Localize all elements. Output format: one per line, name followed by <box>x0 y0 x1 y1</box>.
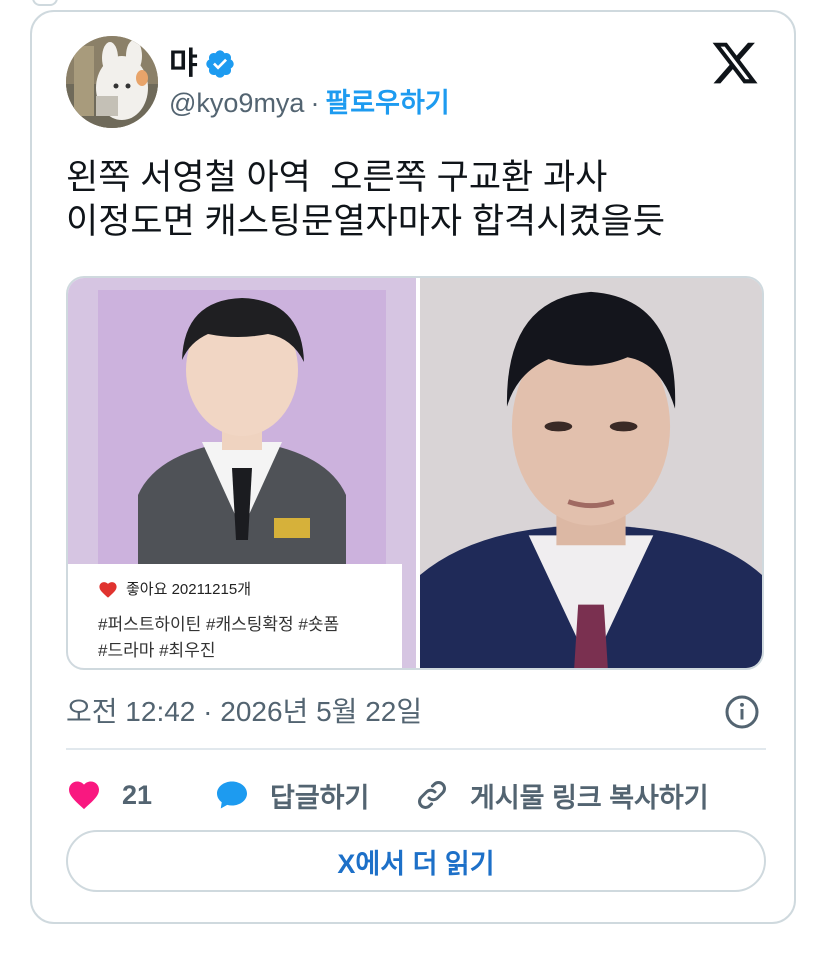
author-handle-row: @kyo9mya · 팔로우하기 <box>169 86 450 120</box>
x-logo-icon[interactable] <box>710 38 760 88</box>
reply-button[interactable]: 답글하기 <box>214 776 414 815</box>
action-bar: 21 답글하기 게시물 링크 복사하기 <box>66 770 766 820</box>
portrait-illustration-right <box>420 278 762 668</box>
follow-button[interactable]: 팔로우하기 <box>325 86 449 120</box>
info-icon[interactable] <box>724 694 760 730</box>
tweet-media[interactable]: 좋아요 20211215개 #퍼스트하이틴 #캐스팅확정 #숏폼 #드라마 #최… <box>66 276 764 670</box>
copy-link-label: 게시물 링크 복사하기 <box>470 782 709 813</box>
boy-uniform-photo <box>98 290 386 568</box>
verified-badge-icon <box>205 50 234 78</box>
like-count: 21 <box>122 779 153 810</box>
portrait-illustration-left <box>98 290 386 568</box>
read-more-on-x-button[interactable]: X에서 더 읽기 <box>66 830 766 892</box>
separator-dot: · <box>310 88 320 118</box>
previous-card-edge <box>32 0 58 6</box>
likes-row: 좋아요 20211215개 <box>98 578 251 599</box>
author-name-row: 먀 <box>169 46 236 82</box>
instagram-caption: 좋아요 20211215개 #퍼스트하이틴 #캐스팅확정 #숏폼 #드라마 #최… <box>68 564 402 668</box>
hashtags: #퍼스트하이틴 #캐스팅확정 #숏폼 #드라마 #최우진 <box>98 612 388 664</box>
tweet-card[interactable]: 먀 @kyo9mya · 팔로우하기 왼쪽 서영철 아역 오른쪽 구교환 과사 … <box>30 10 796 924</box>
hashtags-line-2: #드라마 #최우진 <box>98 641 216 660</box>
comment-bubble-icon <box>217 781 247 809</box>
copy-link-button[interactable]: 게시물 링크 복사하기 <box>414 776 709 815</box>
likes-text: 좋아요 20211215개 <box>126 581 251 598</box>
display-name[interactable]: 먀 <box>169 46 198 82</box>
media-image-left[interactable]: 좋아요 20211215개 #퍼스트하이틴 #캐스팅확정 #숏폼 #드라마 #최… <box>68 278 416 668</box>
author-handle[interactable]: @kyo9mya <box>169 86 304 120</box>
reply-label: 답글하기 <box>270 782 370 813</box>
heart-icon <box>69 781 99 810</box>
timestamp[interactable]: 오전 12:42 · 2026년 5월 22일 <box>66 696 422 727</box>
avatar-image <box>66 36 158 128</box>
tweet-text: 왼쪽 서영철 아역 오른쪽 구교환 과사 이정도면 캐스팅문열자마자 합격시켰을… <box>66 158 666 241</box>
heart-small-icon <box>99 581 117 598</box>
media-image-right[interactable] <box>420 278 762 668</box>
link-icon <box>418 781 446 809</box>
timestamp-row: 오전 12:42 · 2026년 5월 22일 <box>66 692 766 732</box>
avatar[interactable] <box>66 36 158 128</box>
like-button[interactable]: 21 <box>66 777 214 813</box>
divider <box>66 748 766 750</box>
hashtags-line-1: #퍼스트하이틴 #캐스팅확정 #숏폼 <box>98 615 340 634</box>
